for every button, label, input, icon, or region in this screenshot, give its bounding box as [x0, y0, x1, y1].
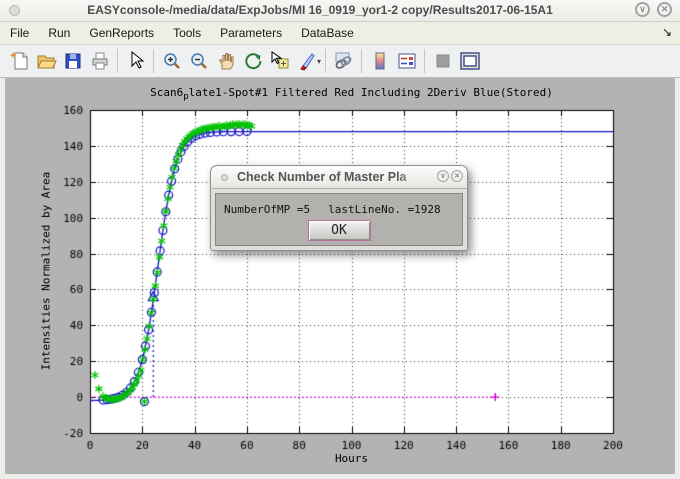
menu-pin-icon[interactable]: ↘: [662, 25, 672, 39]
plot-title: Scan6plate1-Spot#1 Filtered Red Includin…: [90, 86, 613, 102]
toolbar-separator: [153, 49, 154, 73]
print-icon[interactable]: [86, 48, 113, 75]
toolbar-separator: [361, 49, 362, 73]
menu-tools[interactable]: Tools: [173, 26, 201, 40]
dialog-titlebar[interactable]: Check Number of Master Pla ∨ ✕: [210, 165, 468, 189]
menu-file[interactable]: File: [10, 26, 29, 40]
open-file-icon[interactable]: [32, 48, 59, 75]
window-close-button[interactable]: ✕: [657, 2, 672, 17]
save-icon[interactable]: [59, 48, 86, 75]
insert-legend-icon[interactable]: [393, 48, 420, 75]
edit-plot-cursor-icon[interactable]: [122, 48, 149, 75]
link-plot-icon[interactable]: [330, 48, 357, 75]
last-line-no-value: lastLineNo. =1928: [328, 203, 441, 216]
dialog-body: NumberOfMP =5 lastLineNo. =1928 OK: [210, 189, 468, 251]
easyconsole-window: EASYconsole-/media/data/ExpJobs/MI 16_09…: [0, 0, 680, 479]
insert-colorbar-icon[interactable]: [366, 48, 393, 75]
brush-icon[interactable]: [293, 48, 320, 75]
figure-area: Scan6plate1-Spot#1 Filtered Red Includin…: [0, 78, 680, 479]
pan-hand-icon[interactable]: [212, 48, 239, 75]
dialog-shade-button[interactable]: ∨: [437, 170, 449, 182]
ok-button[interactable]: OK: [308, 220, 371, 241]
menu-genreports[interactable]: GenReports: [89, 26, 154, 40]
dialog-title: Check Number of Master Pla: [237, 170, 431, 184]
window-shade-button[interactable]: ∨: [635, 2, 650, 17]
show-plot-tools-dock-icon[interactable]: [456, 48, 483, 75]
plot-canvas: [5, 78, 675, 474]
zoom-in-icon[interactable]: [158, 48, 185, 75]
figure-canvas-background: Scan6plate1-Spot#1 Filtered Red Includin…: [5, 78, 675, 474]
toolbar-separator: [424, 49, 425, 73]
hide-plot-tools-icon[interactable]: [429, 48, 456, 75]
toolbar-separator: [325, 49, 326, 73]
dialog-close-button[interactable]: ✕: [451, 170, 463, 182]
dialog-panel: NumberOfMP =5 lastLineNo. =1928 OK: [215, 193, 463, 246]
y-axis-label: Intensities Normalized by Area: [40, 172, 53, 371]
toolbar-separator: [117, 49, 118, 73]
zoom-out-icon[interactable]: [185, 48, 212, 75]
window-menu-icon[interactable]: [9, 5, 20, 16]
data-cursor-icon[interactable]: [266, 48, 293, 75]
number-of-mp-value: NumberOfMP =5: [224, 203, 310, 216]
menu-parameters[interactable]: Parameters: [220, 26, 282, 40]
window-title: EASYconsole-/media/data/ExpJobs/MI 16_09…: [40, 3, 600, 17]
toolbar: ▾: [0, 45, 680, 78]
menu-bar: File Run GenReports Tools Parameters Dat…: [0, 22, 680, 45]
rotate-3d-icon[interactable]: [239, 48, 266, 75]
menu-database[interactable]: DataBase: [301, 26, 354, 40]
check-number-dialog: Check Number of Master Pla ∨ ✕ NumberOfM…: [210, 165, 468, 251]
dialog-menu-icon[interactable]: [221, 174, 228, 181]
x-axis-label: Hours: [90, 452, 613, 465]
window-titlebar: EASYconsole-/media/data/ExpJobs/MI 16_09…: [0, 0, 680, 22]
dialog-message: NumberOfMP =5 lastLineNo. =1928: [216, 203, 462, 216]
window-controls: ∨ ✕: [635, 2, 672, 17]
new-figure-icon[interactable]: [5, 48, 32, 75]
menu-run[interactable]: Run: [48, 26, 70, 40]
brush-dropdown-caret[interactable]: ▾: [317, 57, 321, 66]
